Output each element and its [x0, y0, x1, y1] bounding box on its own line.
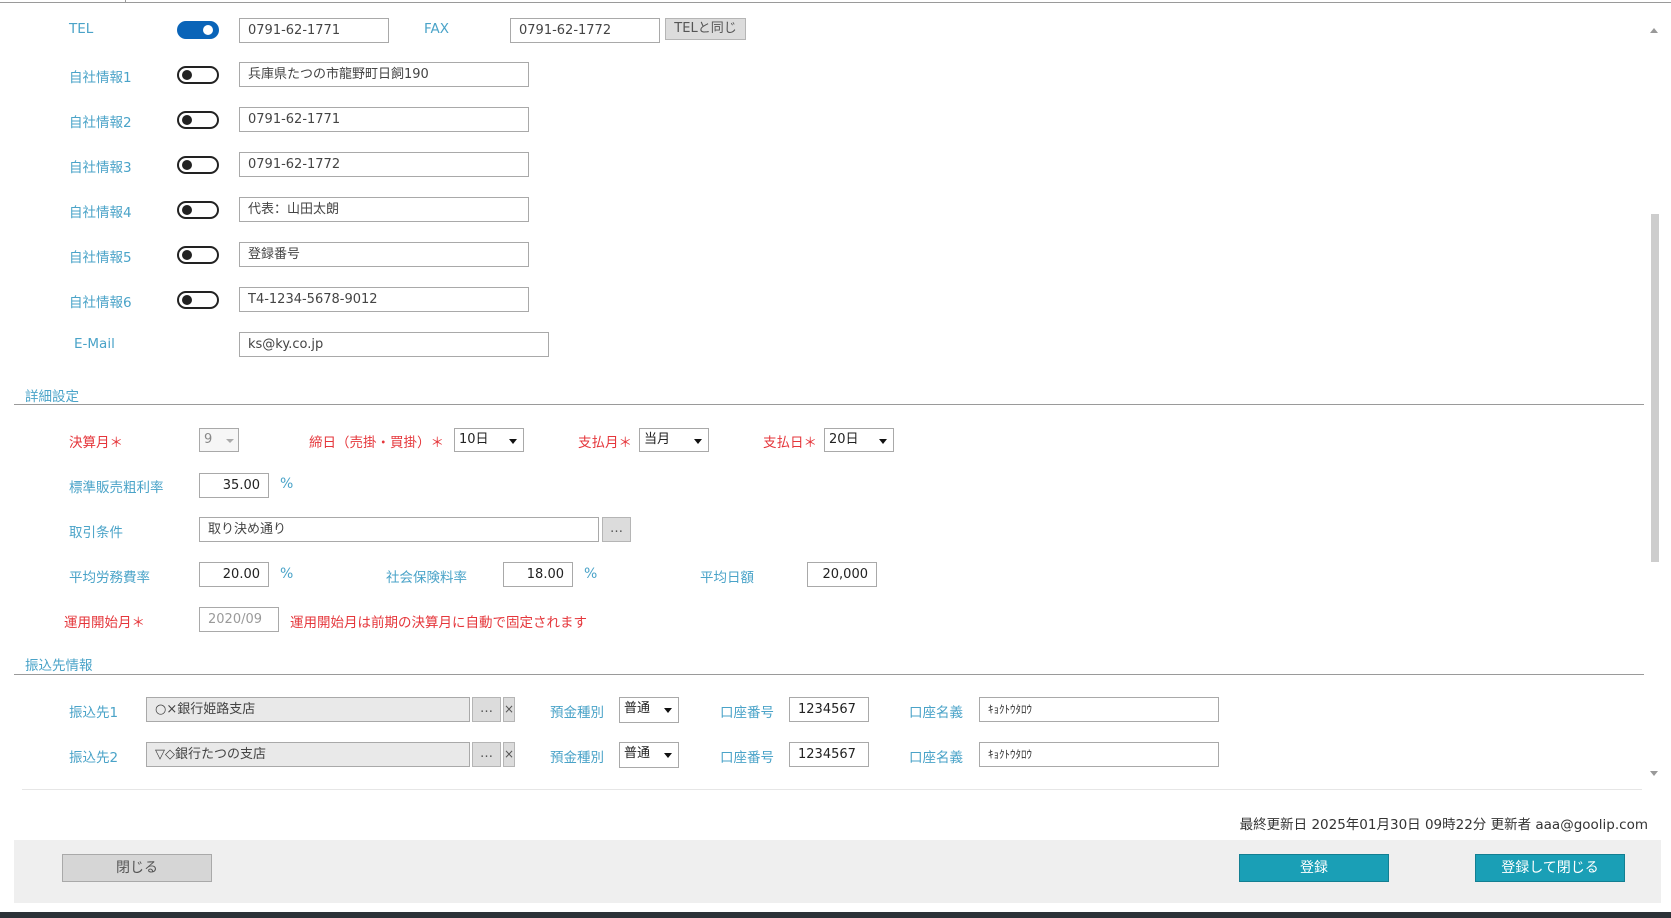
company-info-4-label: 自社情報4: [69, 205, 132, 221]
bank-1-deposit-label: 預金種別: [550, 705, 604, 721]
payment-day-select[interactable]: 20日: [824, 428, 894, 452]
start-month-note: 運用開始月は前期の決算月に自動で固定されます: [290, 615, 587, 631]
bank-1-clear-button[interactable]: ×: [503, 697, 515, 722]
terms-label: 取引条件: [69, 525, 123, 541]
company-info-3-label: 自社情報3: [69, 160, 132, 176]
company-info-6-label: 自社情報6: [69, 295, 132, 311]
company-info-5-input[interactable]: 登録番号: [239, 242, 529, 267]
company-info-1-label: 自社情報1: [69, 70, 132, 86]
bank-2-label: 振込先2: [69, 750, 119, 766]
company-info-5-toggle[interactable]: [177, 246, 219, 264]
bank-2-account-input[interactable]: 1234567: [789, 742, 869, 767]
fax-input[interactable]: 0791-62-1772: [510, 18, 660, 43]
tel-input[interactable]: 0791-62-1771: [239, 18, 389, 43]
detail-divider: [14, 404, 1644, 405]
scroll-area-bottom-edge: [22, 789, 1642, 790]
register-button[interactable]: 登録: [1239, 854, 1389, 882]
bank-1-input[interactable]: ○×銀行姫路支店: [146, 697, 470, 722]
company-info-6-toggle[interactable]: [177, 291, 219, 309]
closing-day-label: 締日（売掛・買掛）＊: [309, 435, 444, 451]
gross-margin-label: 標準販売粗利率: [69, 480, 164, 496]
labor-rate-label: 平均労務費率: [69, 570, 150, 586]
bank-1-picker-button[interactable]: …: [472, 697, 501, 722]
same-as-tel-button[interactable]: TELと同じ: [665, 18, 746, 40]
bank-2-picker-button[interactable]: …: [472, 742, 501, 767]
chevron-down-icon: [694, 439, 702, 444]
detail-section-title: 詳細設定: [25, 389, 79, 405]
terms-picker-button[interactable]: …: [602, 517, 631, 542]
company-info-2-toggle[interactable]: [177, 111, 219, 129]
company-info-3-toggle[interactable]: [177, 156, 219, 174]
labor-rate-unit: %: [280, 566, 294, 582]
scroll-up-arrow-icon[interactable]: [1650, 28, 1658, 33]
company-info-5-label: 自社情報5: [69, 250, 132, 266]
bank-2-clear-button[interactable]: ×: [503, 742, 515, 767]
tel-print-toggle[interactable]: [177, 21, 219, 39]
daily-amount-input[interactable]: 20,000: [807, 562, 877, 587]
bank-1-account-label: 口座番号: [720, 705, 774, 721]
bank-section-title: 振込先情報: [25, 658, 93, 674]
bank-2-deposit-select[interactable]: 普通: [619, 742, 679, 768]
chevron-down-icon: [664, 753, 672, 758]
company-info-6-input[interactable]: T4-1234-5678-9012: [239, 287, 529, 312]
insurance-rate-label: 社会保険料率: [386, 570, 467, 586]
vertical-scrollbar[interactable]: [1647, 18, 1661, 780]
fiscal-month-select: 9: [199, 428, 239, 452]
labor-rate-input[interactable]: 20.00: [199, 562, 269, 587]
daily-amount-label: 平均日額: [700, 570, 754, 586]
bank-1-deposit-select[interactable]: 普通: [619, 697, 679, 723]
start-month-label: 運用開始月＊: [64, 615, 145, 631]
start-month-input: 2020/09: [199, 607, 279, 632]
company-info-1-input[interactable]: 兵庫県たつの市龍野町日飼190: [239, 62, 529, 87]
register-and-close-button[interactable]: 登録して閉じる: [1475, 854, 1625, 882]
scroll-down-arrow-icon[interactable]: [1650, 771, 1658, 776]
terms-input[interactable]: 取り決め通り: [199, 517, 599, 542]
email-input[interactable]: ks@ky.co.jp: [239, 332, 549, 357]
fax-label: FAX: [424, 21, 450, 37]
company-info-2-input[interactable]: 0791-62-1771: [239, 107, 529, 132]
insurance-rate-input[interactable]: 18.00: [503, 562, 573, 587]
chevron-down-icon: [509, 439, 517, 444]
gross-margin-unit: %: [280, 476, 294, 492]
bank-1-holder-label: 口座名義: [909, 705, 963, 721]
chevron-down-icon: [879, 439, 887, 444]
active-tab-edge: [125, 0, 126, 3]
bank-1-account-input[interactable]: 1234567: [789, 697, 869, 722]
payment-month-select[interactable]: 当月: [639, 428, 709, 452]
taskbar-strip: [0, 912, 1671, 918]
company-info-1-toggle[interactable]: [177, 66, 219, 84]
fiscal-month-label: 決算月＊: [69, 435, 123, 451]
company-info-3-input[interactable]: 0791-62-1772: [239, 152, 529, 177]
company-info-4-toggle[interactable]: [177, 201, 219, 219]
bank-2-holder-label: 口座名義: [909, 750, 963, 766]
gross-margin-input[interactable]: 35.00: [199, 473, 269, 498]
bank-1-label: 振込先1: [69, 705, 119, 721]
chevron-down-icon: [664, 708, 672, 713]
payment-day-label: 支払日＊: [763, 435, 817, 451]
bank-2-input[interactable]: ▽◇銀行たつの支店: [146, 742, 470, 767]
last-updated-text: 最終更新日 2025年01月30日 09時22分 更新者 aaa@goolip.…: [1239, 817, 1648, 833]
payment-month-label: 支払月＊: [578, 435, 632, 451]
footer-bar: [14, 840, 1661, 903]
company-info-2-label: 自社情報2: [69, 115, 132, 131]
insurance-rate-unit: %: [584, 566, 598, 582]
tab-strip: [0, 0, 1671, 3]
bank-divider: [14, 674, 1644, 675]
bank-2-holder-input[interactable]: ｷｮｸﾄｳﾀﾛｳ: [979, 742, 1219, 767]
bank-2-deposit-label: 預金種別: [550, 750, 604, 766]
bank-2-account-label: 口座番号: [720, 750, 774, 766]
bank-1-holder-input[interactable]: ｷｮｸﾄｳﾀﾛｳ: [979, 697, 1219, 722]
email-label: E-Mail: [74, 336, 115, 352]
company-info-4-input[interactable]: 代表：山田太朗: [239, 197, 529, 222]
closing-day-select[interactable]: 10日: [454, 428, 524, 452]
tel-label: TEL: [69, 21, 94, 37]
scrollbar-thumb[interactable]: [1651, 214, 1659, 562]
close-button[interactable]: 閉じる: [62, 854, 212, 882]
